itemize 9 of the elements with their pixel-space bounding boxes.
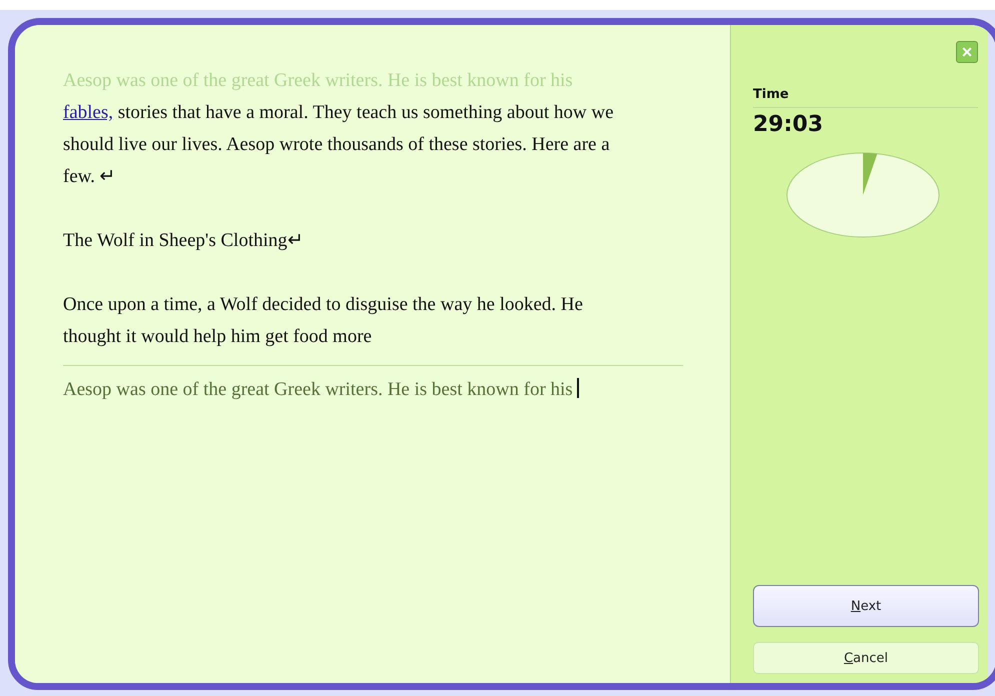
answer-box[interactable]: Aesop was one of the great Greek writers. He is best known for his bbox=[63, 374, 623, 406]
timer-value: 29:03 bbox=[753, 112, 824, 137]
next-button[interactable]: Next bbox=[753, 585, 979, 627]
passage-paragraph: Once upon a time, a Wolf decided to disguise the way he looked. He thought it would help him get food more bbox=[63, 293, 584, 349]
fables-link[interactable]: fables, bbox=[63, 102, 114, 123]
timer-label: Time bbox=[753, 87, 978, 108]
passage-paragraph: The Wolf in Sheep's Clothing↵ bbox=[63, 229, 304, 253]
cancel-button[interactable]: Cancel bbox=[753, 642, 979, 674]
passage-paragraph: Aesop was one of the great Greek writers. He is best known for his fables, stories that have a moral. They teach us something about how we should live our lives. Aesop wrote thousands of these stories. Here are a few. ↵ bbox=[63, 69, 615, 189]
